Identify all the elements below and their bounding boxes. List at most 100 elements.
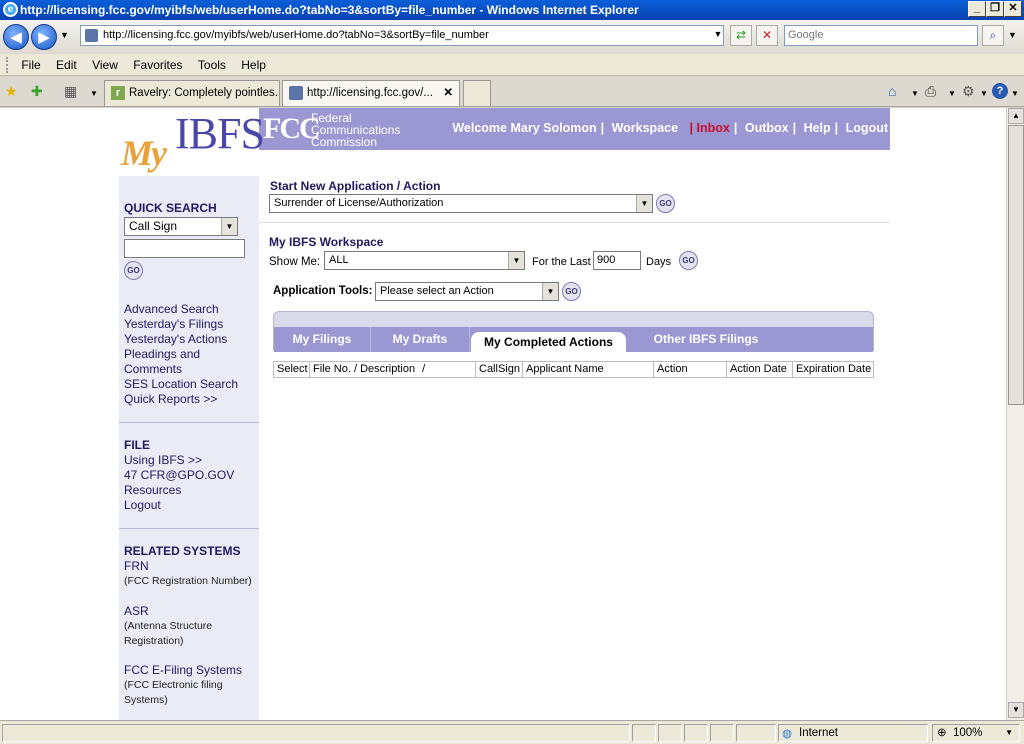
nav-help[interactable]: Help: [804, 121, 831, 135]
sidebar-link-frn[interactable]: FRN: [124, 559, 149, 574]
print-dropdown-icon[interactable]: ▼: [948, 86, 956, 102]
col-expiration-date[interactable]: Expiration Date: [793, 362, 873, 377]
show-me-select[interactable]: ALL ▼: [324, 251, 525, 270]
search-options-icon[interactable]: ▼: [1008, 30, 1017, 40]
browser-tab-fcc[interactable]: http://licensing.fcc.gov/... ✕: [282, 80, 460, 106]
quick-search-go-button[interactable]: GO: [124, 261, 143, 280]
search-type-select[interactable]: Call Sign ▼: [124, 217, 238, 236]
menu-edit[interactable]: Edit: [50, 54, 83, 76]
chevron-down-icon: ▼: [542, 283, 558, 300]
sidebar-link-yesterdays-actions[interactable]: Yesterday's Actions: [124, 332, 227, 347]
start-application-go-button[interactable]: GO: [656, 194, 675, 213]
tab-other-ibfs-filings[interactable]: Other IBFS Filings: [631, 327, 781, 352]
col-select[interactable]: Select: [274, 362, 310, 377]
tab-list-icon[interactable]: ▼: [90, 86, 98, 102]
restore-button[interactable]: ❐: [986, 1, 1004, 17]
sidebar-link-ses-location-search[interactable]: SES Location Search: [124, 377, 238, 392]
browser-window: e http://licensing.fcc.gov/myibfs/web/us…: [0, 0, 1024, 744]
status-cell: [658, 724, 682, 742]
tools-gear-icon[interactable]: ⚙: [962, 83, 975, 99]
tab-my-drafts[interactable]: My Drafts: [371, 327, 470, 352]
col-applicant-name[interactable]: Applicant Name: [523, 362, 654, 377]
fcc-logo[interactable]: FCC Federal Communications Commission: [263, 110, 443, 150]
col-action[interactable]: Action: [654, 362, 727, 377]
tools-dropdown-icon[interactable]: ▼: [980, 86, 988, 102]
menu-view[interactable]: View: [86, 54, 124, 76]
home-icon[interactable]: ⌂: [888, 83, 896, 99]
show-me-label: Show Me:: [269, 256, 321, 268]
favorites-star-icon[interactable]: ★: [5, 83, 18, 99]
minimize-button[interactable]: _: [968, 1, 986, 17]
scroll-up-icon[interactable]: ▲: [1008, 108, 1024, 124]
tab-my-completed-actions[interactable]: My Completed Actions: [471, 332, 626, 352]
workspace-go-button[interactable]: GO: [679, 251, 698, 270]
help-dropdown-icon[interactable]: ▼: [1011, 86, 1019, 102]
chevron-down-icon: ▼: [508, 252, 524, 269]
sidebar-link-logout[interactable]: Logout: [124, 498, 161, 513]
search-input[interactable]: Google: [784, 25, 978, 46]
add-favorite-icon[interactable]: ✚: [31, 83, 43, 99]
start-application-heading: Start New Application / Action: [270, 179, 441, 193]
zoom-control[interactable]: ⊕ 100% ▼: [932, 724, 1020, 742]
days-input[interactable]: 900: [593, 251, 641, 270]
sidebar-link-comments[interactable]: Comments: [124, 362, 182, 377]
start-application-select[interactable]: Surrender of License/Authorization ▼: [269, 194, 653, 213]
col-callsign[interactable]: CallSign: [476, 362, 523, 377]
nav-workspace[interactable]: Workspace: [612, 121, 678, 135]
related-systems-heading: RELATED SYSTEMS: [124, 544, 241, 558]
menu-favorites[interactable]: Favorites: [127, 54, 188, 76]
toolbar-grip: [6, 57, 10, 73]
sidebar-link-advanced-search[interactable]: Advanced Search: [124, 302, 219, 317]
sidebar-link-yesterdays-filings[interactable]: Yesterday's Filings: [124, 317, 223, 332]
quick-tabs-icon[interactable]: ▦: [64, 83, 77, 99]
close-window-button[interactable]: ✕: [1004, 1, 1022, 17]
menu-tools[interactable]: Tools: [192, 54, 232, 76]
close-tab-icon[interactable]: ✕: [443, 81, 453, 105]
forward-button[interactable]: ▶: [31, 24, 57, 50]
help-icon[interactable]: ?: [992, 83, 1008, 99]
history-dropdown-icon[interactable]: ▼: [60, 30, 69, 40]
print-icon[interactable]: ⎙: [925, 83, 936, 99]
application-tools-select[interactable]: Please select an Action ▼: [375, 282, 559, 301]
nav-outbox[interactable]: Outbox: [745, 121, 789, 135]
sidebar-link-asr[interactable]: ASR: [124, 604, 149, 619]
menu-file[interactable]: File: [15, 54, 46, 76]
col-action-date[interactable]: Action Date: [727, 362, 793, 377]
search-icon[interactable]: ⌕: [982, 25, 1004, 46]
sidebar-link-efiling[interactable]: FCC E-Filing Systems: [124, 663, 242, 678]
col-file-no[interactable]: File No. / Description /: [310, 362, 476, 377]
home-dropdown-icon[interactable]: ▼: [911, 86, 919, 102]
stop-icon[interactable]: ✕: [756, 25, 778, 46]
sidebar-link-using-ibfs[interactable]: Using IBFS >>: [124, 453, 202, 468]
sidebar-link-quick-reports[interactable]: Quick Reports >>: [124, 392, 217, 407]
scroll-down-icon[interactable]: ▼: [1008, 702, 1024, 718]
quick-search-input[interactable]: [124, 239, 245, 258]
sidebar-link-resources[interactable]: Resources: [124, 483, 181, 498]
top-nav: Welcome Mary Solomon | Workspace | Inbox |…: [452, 121, 888, 135]
security-zone[interactable]: ◍ Internet: [778, 724, 928, 742]
nav-inbox[interactable]: Inbox: [697, 121, 730, 135]
myibfs-page: IBFS My FCC Federal Communications Commi…: [119, 108, 890, 720]
application-tools-go-button[interactable]: GO: [562, 282, 581, 301]
menu-help[interactable]: Help: [235, 54, 272, 76]
ie-logo-icon: e: [3, 2, 18, 17]
status-cell: [710, 724, 734, 742]
nav-logout[interactable]: Logout: [846, 121, 888, 135]
address-dropdown-icon[interactable]: ▼: [707, 25, 729, 46]
menu-bar: File Edit View Favorites Tools Help: [0, 54, 1024, 76]
new-tab-button[interactable]: [463, 80, 491, 106]
refresh-icon[interactable]: ⇄: [730, 25, 752, 46]
tab-my-filings[interactable]: My Filings: [274, 327, 371, 352]
sidebar-link-cfr-gpo[interactable]: 47 CFR@GPO.GOV: [124, 468, 234, 483]
address-input[interactable]: http://licensing.fcc.gov/myibfs/web/user…: [80, 25, 724, 46]
file-heading: FILE: [124, 438, 150, 452]
browser-tab-bar: ★ ✚ ▦ ▼ r Ravelry: Completely pointles..…: [0, 77, 1024, 107]
myibfs-logo[interactable]: IBFS My: [119, 108, 265, 176]
scroll-thumb[interactable]: [1008, 125, 1024, 405]
back-button[interactable]: ◀: [3, 24, 29, 50]
browser-tab-ravelry[interactable]: r Ravelry: Completely pointles...: [104, 80, 280, 106]
sidebar-divider: [119, 422, 259, 423]
ravelry-favicon-icon: r: [111, 86, 125, 100]
sidebar-link-pleadings[interactable]: Pleadings and: [124, 347, 200, 362]
vertical-scrollbar[interactable]: ▲ ▼: [1006, 108, 1024, 720]
